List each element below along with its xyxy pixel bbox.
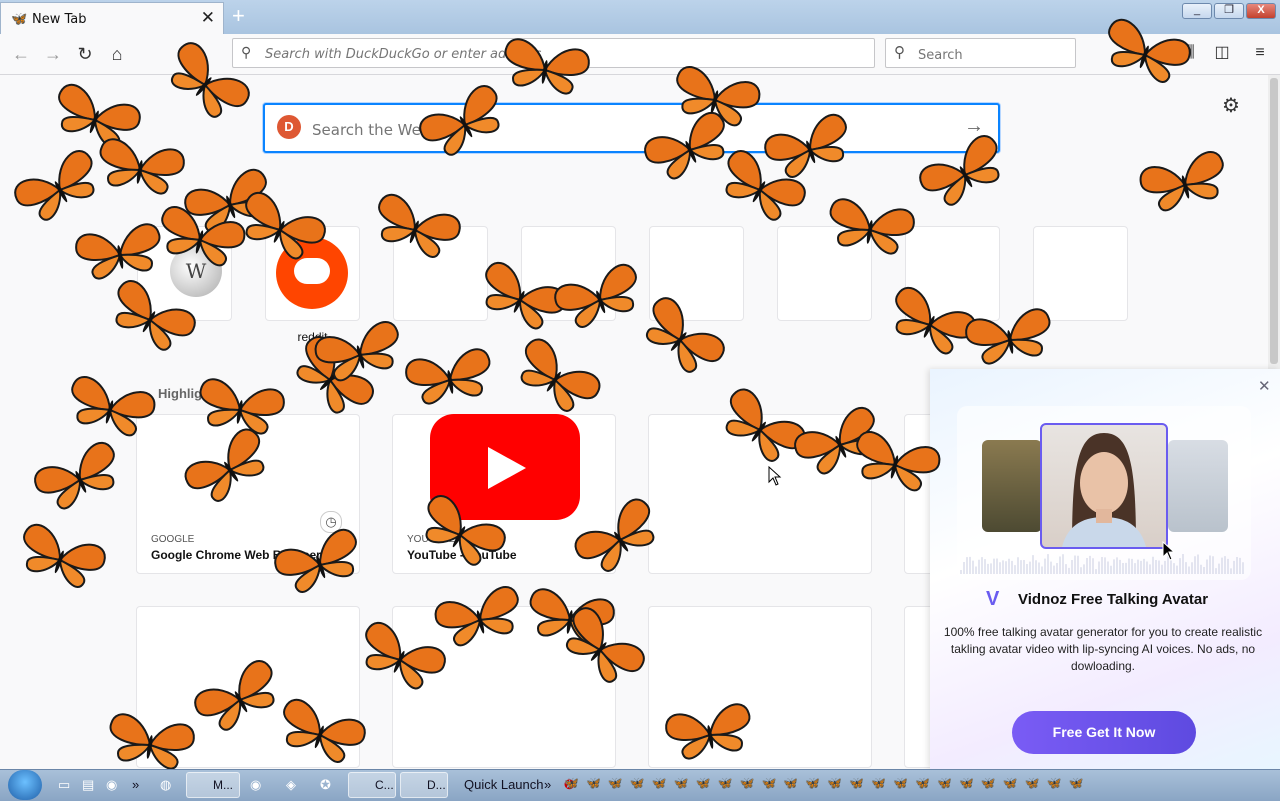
gear-icon[interactable]: ⚙ bbox=[1222, 93, 1240, 118]
woman-avatar bbox=[1040, 423, 1168, 549]
highlight-card-empty[interactable] bbox=[648, 414, 872, 574]
forward-icon[interactable]: → bbox=[41, 42, 65, 66]
chevron-right-icon[interactable]: » bbox=[544, 775, 551, 795]
card-source: YOUTUBE bbox=[407, 534, 456, 545]
free-get-it-now-button[interactable]: Free Get It Now bbox=[1012, 711, 1196, 754]
search-icon: ⚲ bbox=[894, 44, 905, 61]
duckduckgo-icon: D bbox=[277, 115, 301, 139]
taskbar-item[interactable]: D... bbox=[400, 772, 448, 798]
chrome-icon[interactable]: ◉ bbox=[106, 775, 117, 795]
highlight-card-empty[interactable] bbox=[392, 606, 616, 768]
app-icon[interactable]: ◈ bbox=[286, 775, 296, 795]
taskbar-item[interactable]: C... bbox=[348, 772, 396, 798]
popup-description: 100% free talking avatar generator for y… bbox=[943, 625, 1263, 673]
start-button[interactable] bbox=[8, 770, 42, 800]
card-title: YouTube - YouTube bbox=[407, 548, 517, 562]
man-avatar bbox=[1168, 440, 1228, 532]
history-icon: ◷ bbox=[320, 511, 342, 533]
butterfly-tray-icons: 🦋🦋🦋🦋🦋🦋🦋🦋🦋🦋🦋🦋🦋🦋🦋🦋🦋🦋🦋🦋🦋🦋🦋🦋 bbox=[564, 776, 1091, 790]
mona-lisa-avatar bbox=[982, 440, 1042, 532]
mouse-cursor-icon bbox=[768, 466, 782, 486]
wikipedia-icon: W bbox=[170, 245, 222, 297]
card-title: Google Chrome Web Browser bbox=[151, 548, 321, 562]
audio-waveform bbox=[960, 554, 1244, 574]
butterfly-favicon-icon: 🦋 bbox=[11, 11, 28, 26]
top-site-empty[interactable] bbox=[905, 226, 1000, 321]
library-icon[interactable]: ⫼ bbox=[1180, 42, 1202, 64]
app-icon[interactable]: ✪ bbox=[320, 775, 331, 795]
top-site-empty[interactable] bbox=[1033, 226, 1128, 321]
firefox-icon[interactable]: ◍ bbox=[160, 775, 171, 795]
home-icon[interactable]: ⌂ bbox=[105, 42, 129, 66]
highlight-card-empty[interactable] bbox=[136, 606, 360, 768]
search-bar[interactable]: ⚲ bbox=[885, 38, 1076, 68]
url-bar[interactable]: ⚲ bbox=[232, 38, 875, 68]
chevron-right-icon[interactable]: » bbox=[132, 775, 139, 795]
web-search-input[interactable] bbox=[310, 118, 914, 142]
top-site-label: reddit bbox=[297, 330, 328, 344]
vidnoz-logo-icon: V bbox=[986, 588, 1000, 610]
minimize-button[interactable]: _ bbox=[1182, 3, 1212, 19]
top-site-empty[interactable] bbox=[393, 226, 488, 321]
card-source: GOOGLE bbox=[151, 534, 195, 545]
mouse-cursor-icon bbox=[1162, 541, 1176, 561]
menu-icon[interactable]: ≡ bbox=[1249, 42, 1271, 64]
top-site-empty[interactable] bbox=[649, 226, 744, 321]
tab-new-tab[interactable]: 🦋 New Tab ✕ bbox=[0, 2, 224, 34]
close-icon[interactable]: ✕ bbox=[1258, 377, 1271, 395]
play-icon bbox=[488, 447, 526, 489]
url-input[interactable] bbox=[263, 43, 867, 65]
quick-launch-label: Quick Launch bbox=[464, 777, 544, 792]
reload-icon[interactable]: ↻ bbox=[73, 42, 97, 66]
search-icon: ⚲ bbox=[241, 44, 252, 60]
tab-title: New Tab bbox=[32, 12, 87, 27]
top-site-empty[interactable] bbox=[521, 226, 616, 321]
new-tab-button[interactable]: + bbox=[232, 4, 252, 28]
top-site-empty[interactable] bbox=[777, 226, 872, 321]
popup-title: Vidnoz Free Talking Avatar bbox=[1018, 591, 1209, 608]
restore-button[interactable]: ❐ bbox=[1214, 3, 1244, 19]
close-tab-icon[interactable]: ✕ bbox=[201, 8, 215, 28]
close-window-button[interactable]: X bbox=[1246, 3, 1276, 19]
taskbar-item[interactable]: M... bbox=[186, 772, 240, 798]
back-icon[interactable]: ← bbox=[9, 42, 33, 66]
highlights-heading: Highlights bbox=[158, 386, 222, 401]
scrollbar-thumb[interactable] bbox=[1270, 78, 1278, 364]
web-search-box[interactable]: D → bbox=[263, 103, 1000, 153]
chrome-icon[interactable]: ◉ bbox=[250, 775, 261, 795]
show-desktop-icon[interactable]: ▭ bbox=[58, 775, 70, 795]
arrow-right-icon[interactable]: → bbox=[964, 115, 984, 138]
woman-avatar-drawing bbox=[1062, 433, 1146, 547]
reddit-face-icon bbox=[294, 258, 330, 284]
highlight-card-empty[interactable] bbox=[648, 606, 872, 768]
search-input[interactable] bbox=[916, 44, 1070, 66]
explorer-icon[interactable]: ▤ bbox=[82, 775, 94, 795]
sidebar-icon[interactable]: ◫ bbox=[1211, 42, 1233, 64]
